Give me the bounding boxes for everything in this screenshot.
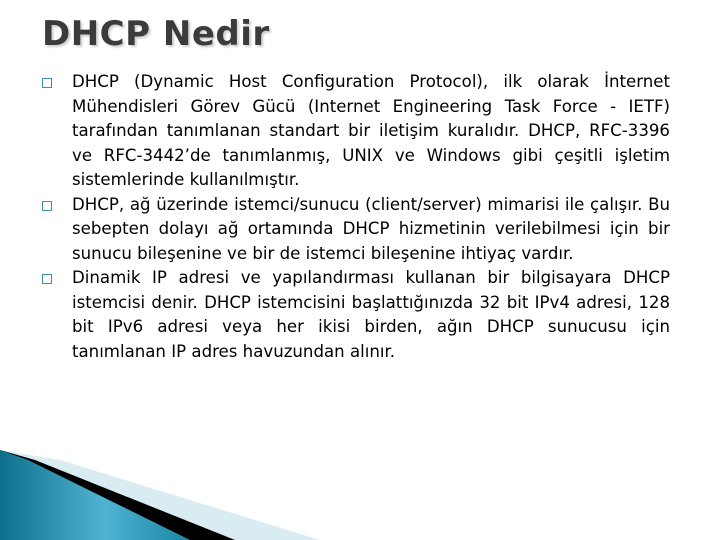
bullet-text: DHCP, ağ üzerinde istemci/sunucu (client… xyxy=(72,194,670,263)
square-bullet-icon xyxy=(42,78,52,88)
slide-title: DHCP Nedir xyxy=(42,14,270,54)
decorative-wave xyxy=(0,450,320,540)
bullet-text: Dinamik IP adresi ve yapılandırması kull… xyxy=(72,268,670,361)
bullet-item: Dinamik IP adresi ve yapılandırması kull… xyxy=(40,266,670,364)
bullet-item: DHCP (Dynamic Host Configuration Protoco… xyxy=(40,70,670,193)
square-bullet-icon xyxy=(42,274,52,284)
square-bullet-icon xyxy=(42,200,52,211)
bullet-text: DHCP (Dynamic Host Configuration Protoco… xyxy=(72,72,670,189)
bullet-list: DHCP (Dynamic Host Configuration Protoco… xyxy=(40,70,670,364)
bullet-item: DHCP, ağ üzerinde istemci/sunucu (client… xyxy=(40,193,670,267)
